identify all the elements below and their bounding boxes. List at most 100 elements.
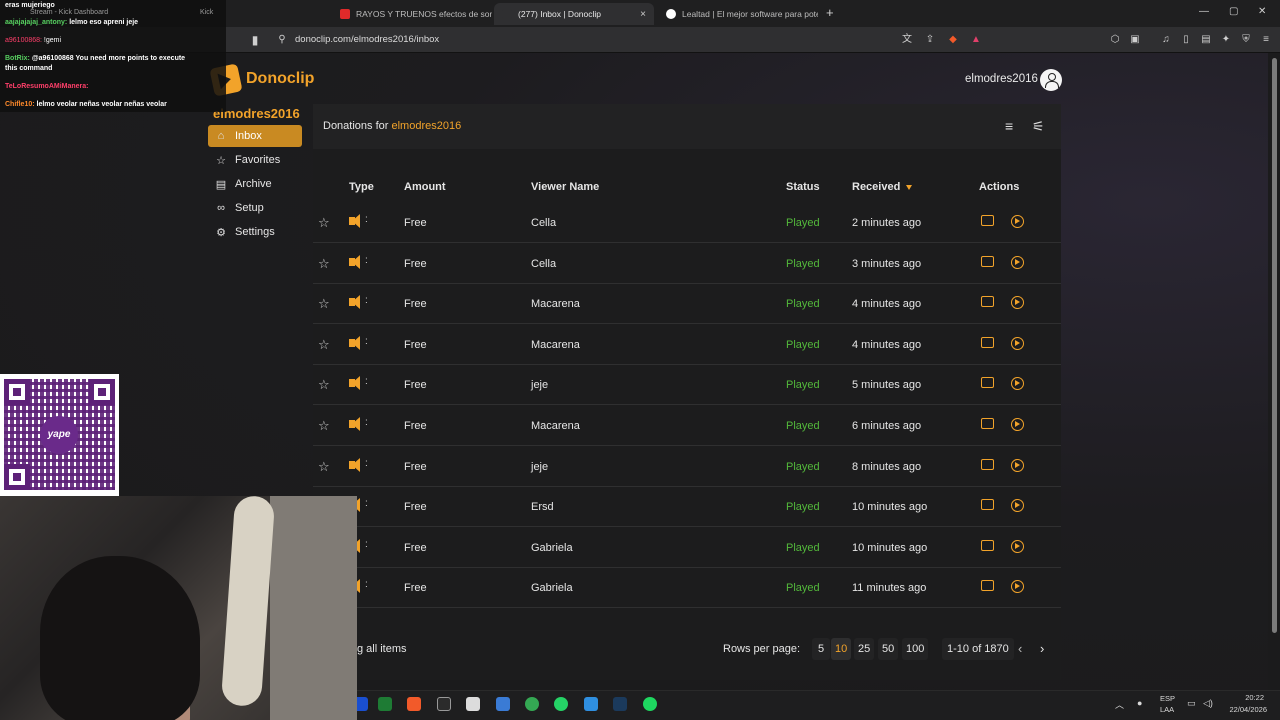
- site-settings-icon[interactable]: ⚲: [276, 34, 288, 46]
- favorite-star-icon[interactable]: ☆: [318, 459, 330, 475]
- user-avatar-icon[interactable]: [1040, 69, 1062, 91]
- favorite-star-icon[interactable]: ☆: [318, 377, 330, 393]
- calculator-icon[interactable]: [496, 697, 510, 711]
- archive-action-icon[interactable]: [981, 215, 994, 226]
- archive-action-icon[interactable]: [981, 458, 994, 470]
- chrome-icon[interactable]: [525, 697, 539, 711]
- table-row[interactable]: ☆: Free Cella Played 3 minutes ago: [313, 244, 1061, 284]
- archive-action-icon[interactable]: [981, 539, 994, 551]
- replay-action-icon[interactable]: [1011, 539, 1024, 553]
- column-header-viewer[interactable]: Viewer Name: [531, 181, 599, 193]
- filter-lines-icon[interactable]: ≡: [1005, 118, 1013, 134]
- table-row[interactable]: ☆: Free jeje Played 5 minutes ago: [313, 365, 1061, 406]
- page-size-5[interactable]: 5: [812, 638, 830, 660]
- favorite-star-icon[interactable]: ☆: [318, 215, 330, 231]
- replay-action-icon[interactable]: [1011, 499, 1024, 513]
- url-field[interactable]: donoclip.com/elmodres2016/inbox: [295, 34, 439, 45]
- table-row[interactable]: ☆: Free jeje Played 8 minutes ago: [313, 447, 1061, 487]
- table-row[interactable]: ☆: Free Macarena Played 4 minutes ago: [313, 325, 1061, 365]
- column-header-type[interactable]: Type: [349, 181, 374, 193]
- tab-rayos[interactable]: RAYOS Y TRUENOS efectos de sonid: [332, 3, 492, 25]
- archive-action-icon[interactable]: [981, 418, 994, 429]
- steam-icon[interactable]: [613, 697, 627, 711]
- select-all-items[interactable]: g all items: [357, 643, 407, 655]
- sidebar-item-setup[interactable]: ∞ Setup: [208, 197, 302, 219]
- column-header-amount[interactable]: Amount: [404, 181, 446, 193]
- scrollbar-thumb[interactable]: [1272, 58, 1277, 633]
- archive-action-icon[interactable]: [981, 296, 994, 308]
- prev-page-icon[interactable]: ‹: [1018, 641, 1022, 656]
- archive-action-icon[interactable]: [981, 580, 994, 592]
- bookmark-icon[interactable]: ▮: [249, 34, 261, 46]
- screen-sketch-icon[interactable]: [466, 697, 480, 711]
- tune-settings-icon[interactable]: ⚟: [1032, 118, 1045, 135]
- donoclip-logo-text[interactable]: Donoclip: [246, 70, 314, 88]
- page-size-25[interactable]: 25: [854, 638, 875, 660]
- microphone-icon[interactable]: ●: [1137, 698, 1142, 708]
- whatsapp-icon[interactable]: [554, 697, 568, 711]
- sidebar-item-inbox[interactable]: ⌂ Inbox: [208, 125, 302, 147]
- replay-action-icon[interactable]: [1011, 336, 1024, 350]
- archive-action-icon[interactable]: [981, 255, 994, 267]
- header-username[interactable]: elmodres2016: [965, 73, 1038, 85]
- replay-action-icon[interactable]: [1011, 418, 1024, 431]
- close-tab-icon[interactable]: ×: [632, 9, 646, 20]
- screenshot-icon[interactable]: ▣: [1129, 34, 1141, 46]
- table-row[interactable]: ☆:FreeGabrielaPlayed11 minutes ago: [313, 568, 1061, 609]
- table-row[interactable]: ☆: Free Macarena Played 6 minutes ago: [313, 406, 1061, 446]
- replay-action-icon[interactable]: [1011, 458, 1024, 472]
- volume-icon[interactable]: ◁): [1203, 698, 1213, 709]
- epic-games-icon[interactable]: [437, 697, 451, 711]
- translate-icon[interactable]: 文: [901, 34, 913, 46]
- xbox-icon[interactable]: [378, 697, 392, 711]
- favorite-star-icon[interactable]: ☆: [318, 256, 330, 272]
- favorite-star-icon[interactable]: ☆: [318, 418, 330, 434]
- replay-action-icon[interactable]: [1011, 580, 1024, 594]
- minimize-icon[interactable]: —: [1199, 6, 1209, 17]
- archive-action-icon[interactable]: [981, 336, 994, 348]
- sidebar-item-settings[interactable]: ⚙ Settings: [208, 221, 302, 243]
- clock-date[interactable]: 22/04/2026: [1222, 705, 1267, 714]
- replay-action-icon[interactable]: [1011, 215, 1024, 228]
- next-page-icon[interactable]: ›: [1040, 641, 1044, 656]
- archive-action-icon[interactable]: [981, 499, 994, 511]
- replay-action-icon[interactable]: [1011, 377, 1024, 391]
- replay-action-icon[interactable]: [1011, 255, 1024, 269]
- language-top[interactable]: ESP: [1160, 694, 1175, 703]
- page-size-100[interactable]: 100: [902, 638, 929, 660]
- menu-icon[interactable]: ≡: [1260, 34, 1272, 46]
- table-row[interactable]: ☆: Free Cella Played 2 minutes ago: [313, 203, 1061, 243]
- language-bottom[interactable]: LAA: [1160, 705, 1174, 714]
- spotify-icon[interactable]: [643, 697, 657, 711]
- tab-lealtad[interactable]: Lealtad | El mejor software para pote: [658, 3, 818, 25]
- new-tab-button[interactable]: +: [826, 5, 834, 20]
- brave-taskbar-icon[interactable]: [407, 697, 421, 711]
- sidebar-item-favorites[interactable]: ☆ Favorites: [208, 149, 302, 171]
- table-row[interactable]: ☆: Free Macarena Played 4 minutes ago: [313, 284, 1061, 325]
- column-header-status[interactable]: Status: [786, 181, 820, 193]
- extensions-icon[interactable]: ⬡: [1109, 34, 1121, 46]
- sidebar-item-archive[interactable]: ▤ Archive: [208, 173, 302, 195]
- table-row[interactable]: ☆:FreeGabrielaPlayed10 minutes ago: [313, 528, 1061, 568]
- page-size-50[interactable]: 50: [878, 638, 899, 660]
- sidebar-icon[interactable]: ▯: [1180, 34, 1192, 46]
- page-size-10[interactable]: 10: [831, 638, 852, 660]
- replay-action-icon[interactable]: [1011, 296, 1024, 310]
- brave-shield-icon[interactable]: ◆: [947, 34, 959, 46]
- leo-icon[interactable]: ✦: [1220, 34, 1232, 46]
- favorite-star-icon[interactable]: ☆: [318, 337, 330, 353]
- wallet-icon[interactable]: ▤: [1200, 34, 1212, 46]
- favorite-star-icon[interactable]: ☆: [318, 296, 330, 312]
- media-icon[interactable]: ♫: [1160, 34, 1172, 46]
- restore-icon[interactable]: ▢: [1229, 6, 1238, 17]
- clock-time[interactable]: 20:22: [1222, 693, 1264, 702]
- brave-rewards-icon[interactable]: ▲: [970, 34, 982, 46]
- table-row[interactable]: ☆:FreeErsdPlayed10 minutes ago: [313, 487, 1061, 528]
- vpn-icon[interactable]: ⛨: [1240, 34, 1252, 46]
- share-icon[interactable]: ⇪: [924, 34, 936, 46]
- notepad-icon[interactable]: [584, 697, 598, 711]
- archive-action-icon[interactable]: [981, 377, 994, 389]
- close-window-icon[interactable]: ✕: [1258, 6, 1266, 17]
- column-header-received[interactable]: Received: [852, 181, 913, 193]
- tray-overflow-icon[interactable]: ︿: [1115, 698, 1124, 711]
